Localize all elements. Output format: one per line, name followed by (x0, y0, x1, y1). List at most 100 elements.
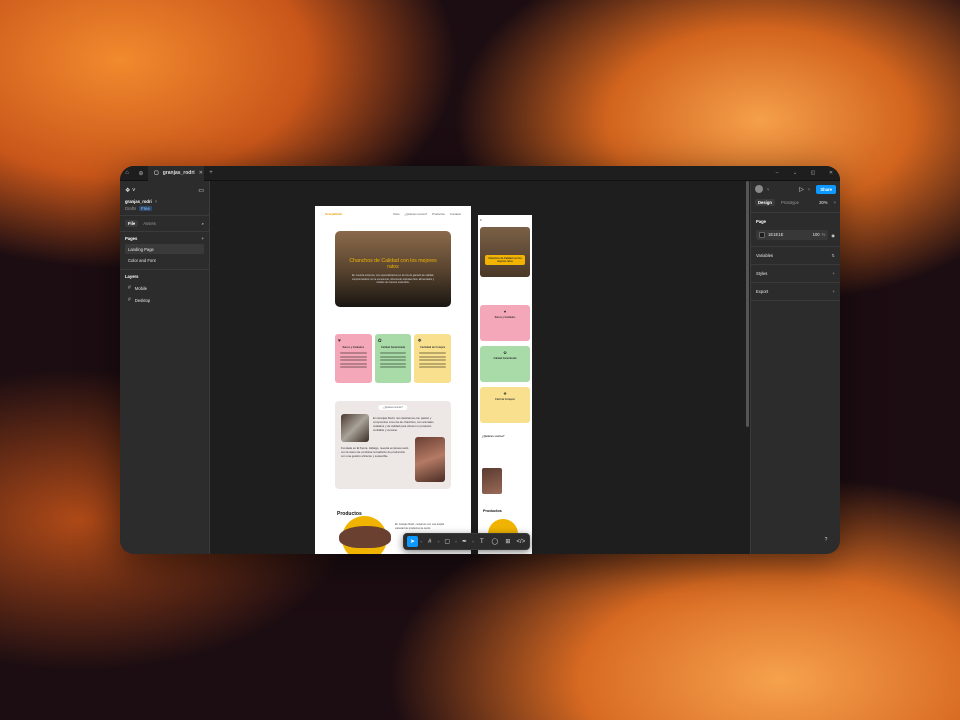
frame-icon: # (128, 297, 131, 303)
layer-label: Mobile (134, 285, 148, 291)
chevron-down-icon[interactable]: ˅ (437, 539, 439, 544)
layer-item-mobile[interactable]: # Mobile (125, 282, 204, 294)
file-tab-icon: ▢ (154, 170, 159, 176)
maximize-icon[interactable]: ◱ (804, 170, 822, 176)
community-icon[interactable]: ⊕ (134, 166, 148, 181)
mobile-hero: Chanchos de Calidad con los mejores rato… (480, 227, 530, 277)
home-icon[interactable]: ⌂ (120, 166, 134, 181)
nav-link[interactable]: Contacto (450, 212, 461, 216)
card-title: Facilidad de Compra (420, 346, 445, 349)
gift-icon: ❖ (503, 391, 507, 396)
left-panel: ❖ ˅ ▭ granjas_rodri ˅ Drafts Free File A… (120, 181, 210, 554)
heart-icon: ♥ (503, 309, 507, 314)
page-item-color-font[interactable]: Color and Font (125, 255, 204, 265)
chevron-down-icon[interactable]: ˅ (767, 187, 769, 192)
chevron-down-icon[interactable]: ˅ (472, 539, 474, 544)
heart-icon: ♥ (338, 338, 341, 344)
mobile-artboard[interactable]: ≡ Chanchos de Calidad con los mejores ra… (478, 215, 532, 554)
page-color-field[interactable]: 1E1E1E 100 % (756, 230, 829, 240)
file-name-chevron-icon[interactable]: ˅ (155, 199, 157, 204)
layer-item-desktop[interactable]: # Desktop (125, 294, 204, 306)
add-style-icon[interactable]: + (833, 271, 835, 276)
desktop-artboard[interactable]: GranjaRodri Inicio ¿Quiénes somos? Produ… (315, 206, 471, 554)
export-label[interactable]: Export (756, 289, 768, 294)
menu-chevron-icon[interactable]: – (768, 170, 786, 176)
about-section: ¿Quiénes somos? En Granjas Rodri, nos de… (335, 401, 451, 489)
frame-icon[interactable]: # (424, 536, 435, 547)
feature-card: ✿ Calidad Garantizada (374, 334, 412, 383)
add-export-icon[interactable]: + (833, 289, 835, 294)
minimize-icon[interactable]: ⌄ (786, 170, 804, 176)
eye-icon[interactable]: ◉ (831, 233, 835, 238)
tab-prototype[interactable]: Prototype (781, 200, 799, 205)
about-text: En Granjas Rodri, nos dedicamos con pasi… (373, 416, 434, 432)
hero-image: Chanchos de Calidad con los mejores rato… (335, 231, 451, 307)
chevron-down-icon[interactable]: ˅ (420, 539, 422, 544)
frame-icon: # (128, 285, 131, 291)
chevron-down-icon[interactable]: ˅ (455, 539, 457, 544)
move-icon[interactable]: ➤ (407, 536, 418, 547)
close-tab-icon[interactable]: ✕ (199, 170, 203, 176)
card-title: Sanos y Cuidados (342, 346, 365, 349)
mobile-hero-label: Chanchos de Calidad con los mejores rato… (485, 255, 525, 265)
zoom-level[interactable]: 30% (819, 200, 827, 205)
feature-cards: ♥ Sanos y Cuidados ✿ Calidad Garantizada… (335, 334, 452, 383)
nav-link[interactable]: Inicio (393, 212, 400, 216)
page-opacity-value[interactable]: 100 (813, 232, 820, 238)
dev-mode-icon[interactable]: </> (515, 536, 526, 547)
gift-icon: ❖ (417, 338, 422, 344)
add-page-icon[interactable]: + (202, 236, 204, 241)
page-item-landing[interactable]: Landing Page (125, 244, 204, 254)
avatar[interactable] (755, 185, 763, 193)
sidebar-toggle-icon[interactable]: ▭ (198, 187, 204, 194)
percent-label: % (821, 232, 826, 237)
plan-badge: Free (139, 206, 152, 211)
nav-link[interactable]: ¿Quiénes somos? (405, 212, 428, 216)
tab-file[interactable]: File (125, 220, 139, 227)
brain-icon: ✿ (503, 350, 507, 355)
chevron-down-icon[interactable]: ˅ (834, 200, 836, 205)
close-window-icon[interactable]: ✕ (822, 170, 840, 176)
figma-window: ⌂ ⊕ ▢ granjas_rodri ✕ + – ⌄ ◱ ✕ ❖ ˅ ▭ gr… (120, 166, 840, 554)
help-button[interactable]: ? (820, 534, 832, 546)
file-name[interactable]: granjas_rodri (125, 199, 152, 204)
chevron-down-icon[interactable]: ˅ (808, 187, 810, 192)
file-tab[interactable]: ▢ granjas_rodri ✕ (148, 166, 204, 181)
shape-icon[interactable]: ▢ (442, 536, 453, 547)
search-icon[interactable]: ⌕ (202, 221, 204, 226)
drafts-label[interactable]: Drafts (125, 206, 136, 211)
card-title: Calidad Garantizada (493, 357, 517, 360)
pen-icon[interactable]: ✒ (459, 536, 470, 547)
text-icon[interactable]: T (476, 536, 487, 547)
figma-menu-icon[interactable]: ❖ ˅ (125, 187, 136, 194)
page-color-value[interactable]: 1E1E1E (768, 232, 783, 238)
mobile-card: ❖ Facil de Comprar (480, 387, 530, 423)
nav-link[interactable]: Productos (432, 212, 445, 216)
feature-card: ♥ Sanos y Cuidados (335, 334, 372, 383)
play-icon[interactable]: ▷ (799, 186, 804, 193)
new-tab-icon[interactable]: + (204, 166, 218, 181)
site-nav: GranjaRodri Inicio ¿Quiénes somos? Produ… (315, 206, 471, 222)
site-logo[interactable]: GranjaRodri (325, 212, 342, 216)
mobile-card: ✿ Calidad Garantizada (480, 346, 530, 382)
color-swatch[interactable] (759, 232, 765, 238)
layers-heading: Layers (125, 274, 139, 279)
card-title: Calidad Garantizada (380, 346, 406, 349)
comment-icon[interactable]: ◯ (489, 536, 500, 547)
share-button[interactable]: Share (816, 184, 836, 194)
tab-design[interactable]: Design (755, 199, 775, 206)
products-text: En Granjas Rodri, contamos con una ampli… (395, 523, 445, 530)
hamburger-icon[interactable]: ≡ (478, 215, 532, 225)
variables-icon[interactable]: ⇅ (831, 253, 835, 258)
about-photo (415, 437, 445, 482)
styles-label[interactable]: Styles (756, 271, 767, 276)
tab-assets[interactable]: Assets (143, 221, 156, 226)
variables-label[interactable]: Variables (756, 253, 773, 258)
canvas-scrollbar[interactable] (746, 181, 749, 427)
about-pill: ¿Quiénes somos? (378, 405, 408, 410)
mobile-card: ♥ Sanos y Cuidados (480, 305, 530, 341)
right-panel: ˅ ▷ ˅ Share Design Prototype 30% ˅ Page … (750, 181, 840, 554)
actions-icon[interactable]: ⊞ (502, 536, 513, 547)
card-title: Facil de Comprar (495, 398, 515, 401)
canvas[interactable]: GranjaRodri Inicio ¿Quiénes somos? Produ… (210, 181, 750, 554)
